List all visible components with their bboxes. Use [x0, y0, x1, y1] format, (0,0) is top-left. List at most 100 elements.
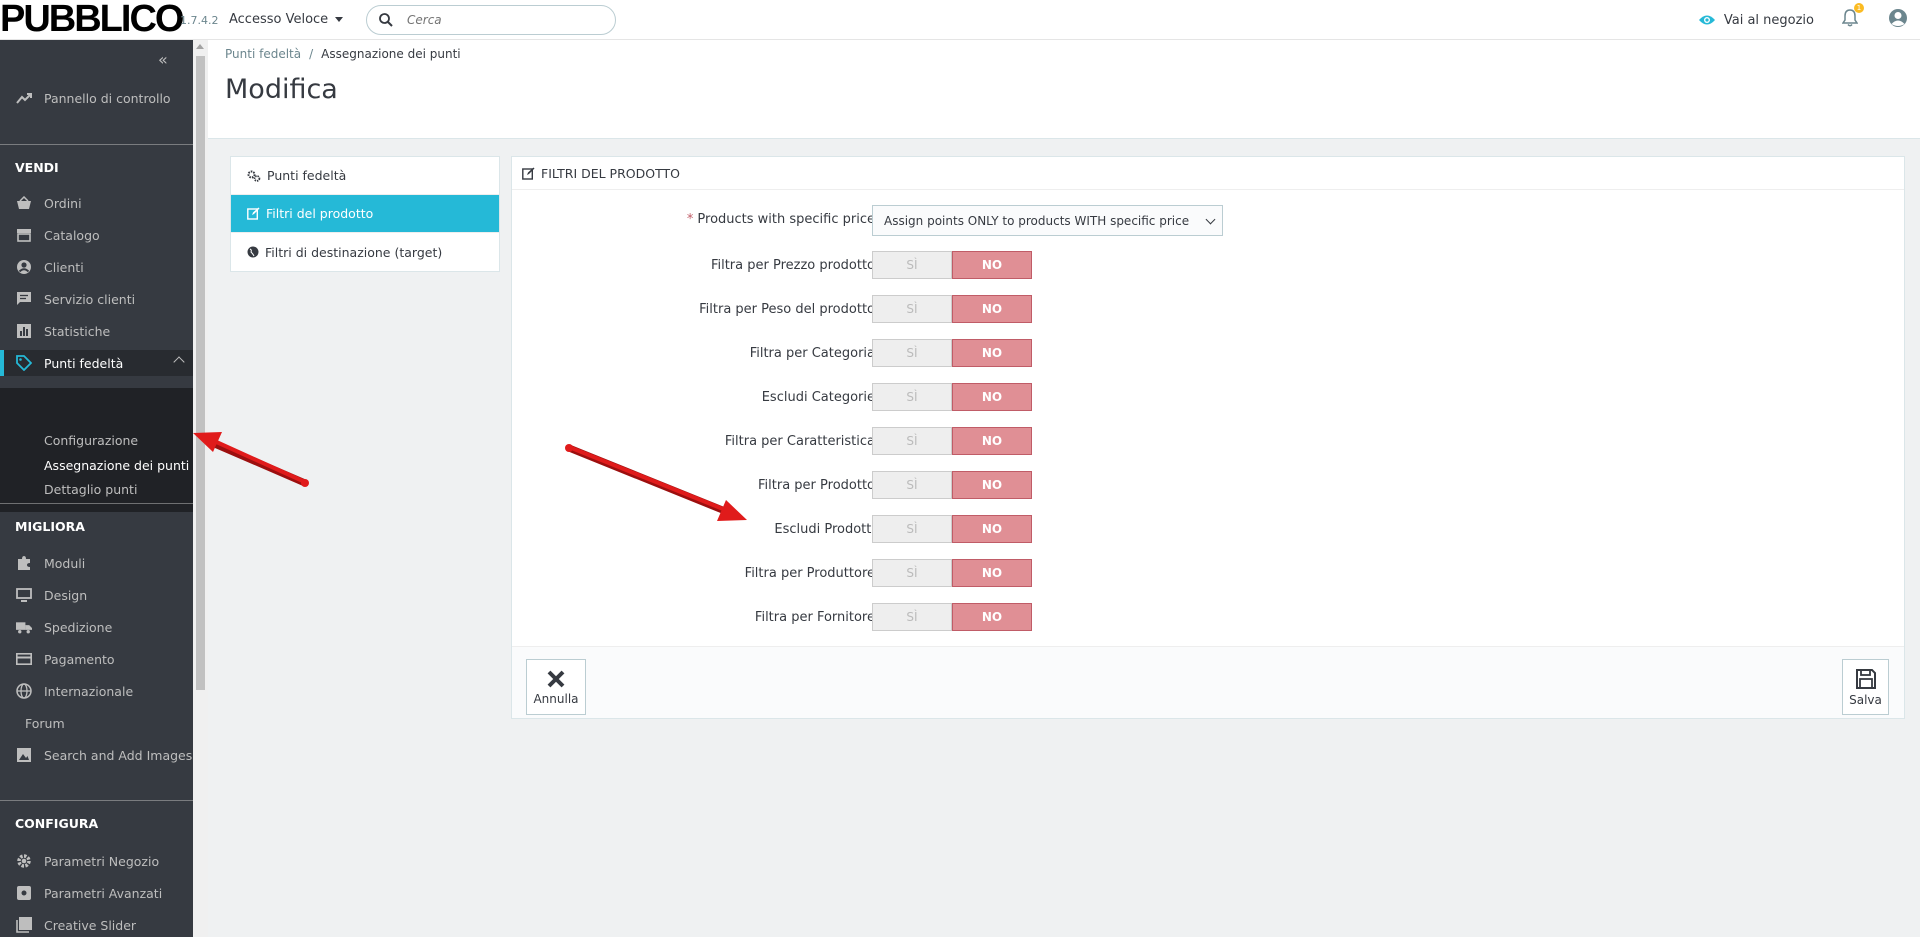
search-input[interactable]	[407, 13, 587, 27]
top-header: PUBBLICO 1.7.4.2 Accesso Veloce Vai al n…	[0, 0, 1920, 40]
sidebar-item-creative-slider[interactable]: Creative Slider	[0, 912, 193, 937]
filter-price-toggle[interactable]: SÌ NO	[872, 251, 1032, 279]
sidebar-item-stats[interactable]: Statistiche	[0, 318, 193, 344]
breadcrumb-link[interactable]: Punti fedeltà	[225, 47, 301, 61]
quick-access-dropdown[interactable]: Accesso Veloce	[229, 12, 344, 27]
sidebar-item-design[interactable]: Design	[0, 582, 193, 608]
sidebar-item-international[interactable]: Internazionale	[0, 678, 193, 704]
sidebar-scrollbar-thumb[interactable]	[196, 56, 205, 690]
sidebar-item-label: Creative Slider	[44, 917, 137, 933]
cancel-button[interactable]: Annulla	[526, 659, 586, 715]
sidebar-item-advanced-params[interactable]: Parametri Avanzati	[0, 880, 193, 906]
collapse-sidebar-icon[interactable]: «	[158, 50, 168, 69]
save-icon	[1855, 668, 1876, 689]
required-asterisk: *	[686, 212, 694, 227]
toggle-yes[interactable]: SÌ	[872, 603, 952, 631]
tab-loyalty-points[interactable]: Punti fedeltà	[231, 157, 499, 195]
save-label: Salva	[1849, 692, 1882, 707]
tab-label: Filtri del prodotto	[266, 206, 374, 221]
toggle-no[interactable]: NO	[952, 295, 1032, 323]
sidebar-item-customers[interactable]: Clienti	[0, 254, 193, 280]
sidebar-item-label: Parametri Avanzati	[44, 885, 163, 901]
bar-chart-icon	[16, 323, 32, 339]
puzzle-icon	[16, 555, 32, 571]
toggle-yes[interactable]: SÌ	[872, 471, 952, 499]
submenu-item-points-detail[interactable]: Dettaglio punti	[44, 482, 137, 497]
notifications-button[interactable]: 1	[1841, 3, 1864, 31]
user-menu-button[interactable]	[1888, 8, 1908, 32]
toggle-no[interactable]: NO	[952, 383, 1032, 411]
filter-supplier-toggle[interactable]: SÌ NO	[872, 603, 1032, 631]
view-shop-link[interactable]: Vai al negozio	[1698, 13, 1814, 28]
sidebar-item-loyalty-points[interactable]: Punti fedeltà	[0, 350, 193, 376]
filter-manufacturer-toggle[interactable]: SÌ NO	[872, 559, 1032, 587]
notification-badge: 1	[1854, 3, 1864, 13]
toggle-yes[interactable]: SÌ	[872, 383, 952, 411]
close-icon	[547, 670, 565, 687]
form-row-filter: Filtra per Fornitore SÌ NO	[512, 600, 1906, 634]
section-title-vendi: VENDI	[15, 160, 59, 175]
toggle-yes[interactable]: SÌ	[872, 515, 952, 543]
toggle-no[interactable]: NO	[952, 427, 1032, 455]
globe-icon	[16, 683, 32, 699]
cogs-icon	[247, 170, 261, 182]
form-row-filter: Filtra per Prezzo prodotto SÌ NO	[512, 248, 1906, 282]
loyalty-submenu: Configurazione Assegnazione dei punti De…	[0, 388, 193, 512]
exclude-products-toggle[interactable]: SÌ NO	[872, 515, 1032, 543]
tab-product-filters[interactable]: Filtri del prodotto	[231, 195, 499, 233]
sidebar-item-catalog[interactable]: Catalogo	[0, 222, 193, 248]
sidebar-item-label: Internazionale	[44, 683, 134, 699]
tag-icon	[16, 355, 32, 371]
search-box[interactable]	[366, 5, 616, 35]
toggle-no[interactable]: NO	[952, 603, 1032, 631]
form-label: Filtra per Produttore	[744, 566, 875, 581]
toggle-no[interactable]: NO	[952, 251, 1032, 279]
sidebar-item-label: Search and Add Images	[44, 747, 193, 763]
logo[interactable]: PUBBLICO	[0, 0, 184, 40]
sidebar-item-forum[interactable]: Forum	[0, 710, 193, 736]
sidebar-item-label: Statistiche	[44, 323, 111, 339]
toggle-yes[interactable]: SÌ	[872, 427, 952, 455]
filter-category-toggle[interactable]: SÌ NO	[872, 339, 1032, 367]
sidebar-item-dashboard[interactable]: Pannello di controllo	[0, 85, 193, 111]
monitor-icon	[16, 587, 32, 603]
scroll-up-arrow-icon[interactable]	[196, 44, 204, 49]
save-button[interactable]: Salva	[1842, 659, 1889, 715]
toggle-yes[interactable]: SÌ	[872, 559, 952, 587]
tab-label: Punti fedeltà	[267, 168, 347, 183]
toggle-yes[interactable]: SÌ	[872, 251, 952, 279]
filter-feature-toggle[interactable]: SÌ NO	[872, 427, 1032, 455]
eye-icon	[1698, 15, 1715, 25]
exclude-categories-toggle[interactable]: SÌ NO	[872, 383, 1032, 411]
toggle-no[interactable]: NO	[952, 559, 1032, 587]
breadcrumb: Punti fedeltà / Assegnazione dei punti	[225, 47, 461, 61]
sidebar-item-orders[interactable]: Ordini	[0, 190, 193, 216]
form-label: Filtra per Peso del prodotto	[699, 302, 875, 317]
sidebar-item-customer-service[interactable]: Servizio clienti	[0, 286, 193, 312]
filter-product-toggle[interactable]: SÌ NO	[872, 471, 1032, 499]
sidebar-item-search-add-images[interactable]: Search and Add Images	[0, 742, 193, 768]
sidebar-item-label: Punti fedeltà	[44, 355, 124, 371]
account-circle-icon	[16, 259, 32, 275]
form-label: Filtra per Fornitore	[754, 610, 875, 625]
submenu-item-configuration[interactable]: Configurazione	[44, 433, 138, 448]
toggle-yes[interactable]: SÌ	[872, 295, 952, 323]
sidebar-item-payment[interactable]: Pagamento	[0, 646, 193, 672]
sidebar-item-shop-params[interactable]: Parametri Negozio	[0, 848, 193, 874]
toggle-no[interactable]: NO	[952, 515, 1032, 543]
section-title-configura: CONFIGURA	[15, 816, 99, 831]
sidebar-item-label: Pannello di controllo	[44, 90, 171, 106]
toggle-no[interactable]: NO	[952, 339, 1032, 367]
toggle-no[interactable]: NO	[952, 471, 1032, 499]
edit-icon	[247, 207, 260, 220]
submenu-item-points-assignment[interactable]: Assegnazione dei punti	[44, 458, 189, 473]
toggle-yes[interactable]: SÌ	[872, 339, 952, 367]
tab-target-filters[interactable]: Filtri di destinazione (target)	[231, 233, 499, 271]
specific-price-label: Products with specific price	[697, 212, 875, 227]
image-icon	[16, 747, 32, 763]
sidebar-divider	[0, 800, 193, 801]
specific-price-select[interactable]: Assign points ONLY to products WITH spec…	[872, 205, 1223, 236]
sidebar-item-shipping[interactable]: Spedizione	[0, 614, 193, 640]
sidebar-item-modules[interactable]: Moduli	[0, 550, 193, 576]
filter-weight-toggle[interactable]: SÌ NO	[872, 295, 1032, 323]
